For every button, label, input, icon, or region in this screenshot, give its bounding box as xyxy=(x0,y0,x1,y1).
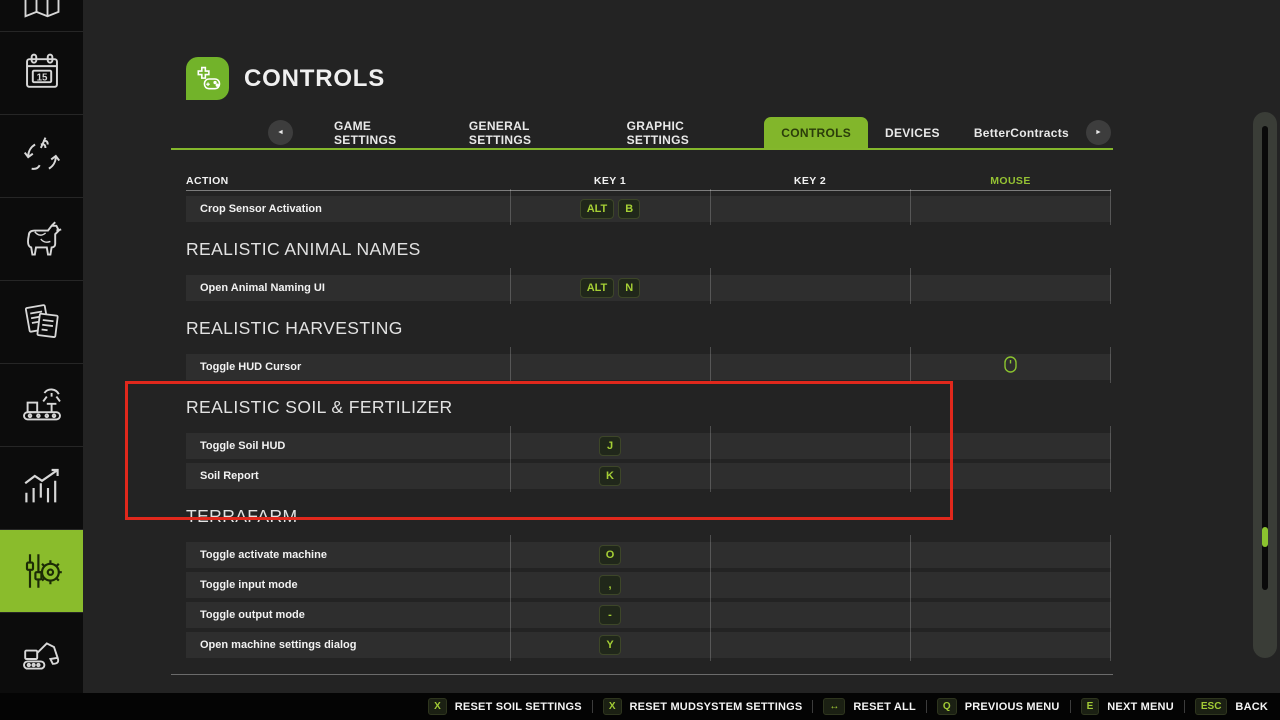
footer-separator xyxy=(1070,700,1071,713)
section-title: REALISTIC HARVESTING xyxy=(186,318,1111,339)
key-badge[interactable]: ALT xyxy=(580,199,615,219)
key-badge[interactable]: Y xyxy=(599,635,621,655)
key-badge[interactable]: B xyxy=(618,199,640,219)
keybindings-table: ACTION KEY 1 KEY 2 MOUSE Crop Sensor Act… xyxy=(186,165,1111,675)
scrollbar[interactable] xyxy=(1253,112,1277,658)
table-bottom-divider xyxy=(171,674,1113,675)
key-badge[interactable]: , xyxy=(599,575,621,595)
e-key-badge: E xyxy=(1081,698,1100,715)
table-row[interactable]: Toggle activate machine O xyxy=(186,542,1111,568)
back-button[interactable]: ESC BACK xyxy=(1195,698,1268,715)
sidebar-item-crop-rotation[interactable] xyxy=(0,114,83,197)
table-row[interactable]: Open Animal Naming UI ALT N xyxy=(186,275,1111,301)
sidebar-item-calendar[interactable]: 15 xyxy=(0,31,83,114)
key-badge[interactable]: ALT xyxy=(580,278,615,298)
chevron-right-icon: ► xyxy=(1095,129,1102,136)
tab-controls[interactable]: CONTROLS xyxy=(764,117,868,148)
contracts-icon xyxy=(18,298,66,346)
mouse-icon xyxy=(1004,356,1017,378)
sidebar-item-contracts[interactable] xyxy=(0,280,83,363)
chevron-left-icon: ◄ xyxy=(277,129,284,136)
section-title: REALISTIC ANIMAL NAMES xyxy=(186,239,1111,260)
x-key-badge: X xyxy=(428,698,447,715)
footer-separator xyxy=(592,700,593,713)
tab-game-settings[interactable]: GAME SETTINGS xyxy=(317,117,452,148)
esc-key-badge: ESC xyxy=(1195,698,1228,715)
key-badge[interactable]: K xyxy=(599,466,621,486)
sidebar-item-construction[interactable] xyxy=(0,612,83,693)
arrows-key-badge: ↔ xyxy=(823,698,845,715)
tab-underline xyxy=(171,148,1113,150)
column-header-key1: KEY 1 xyxy=(510,175,710,187)
footer-separator xyxy=(1184,700,1185,713)
svg-text:15: 15 xyxy=(36,72,47,83)
key-badge[interactable]: O xyxy=(599,545,622,565)
statistics-icon xyxy=(18,464,66,512)
reset-all-button[interactable]: ↔ RESET ALL xyxy=(823,698,916,715)
q-key-badge: Q xyxy=(937,698,957,715)
excavator-icon xyxy=(18,629,66,677)
previous-menu-button[interactable]: Q PREVIOUS MENU xyxy=(937,698,1060,715)
reset-soil-settings-button[interactable]: X RESET SOIL SETTINGS xyxy=(428,698,582,715)
sidebar-item-settings[interactable] xyxy=(0,529,83,612)
reset-mudsystem-settings-button[interactable]: X RESET MUDSYSTEM SETTINGS xyxy=(603,698,803,715)
table-row[interactable]: Toggle HUD Cursor xyxy=(186,354,1111,380)
tab-devices[interactable]: DEVICES xyxy=(868,117,957,148)
x-key-badge: X xyxy=(603,698,622,715)
header-divider xyxy=(186,190,1111,191)
page-header: CONTROLS xyxy=(186,57,385,100)
section-title: TERRAFARM xyxy=(186,506,1111,527)
production-icon xyxy=(18,381,66,429)
scrollbar-thumb[interactable] xyxy=(1262,527,1268,547)
section-title: REALISTIC SOIL & FERTILIZER xyxy=(186,397,1111,418)
calendar-icon: 15 xyxy=(19,50,65,96)
sidebar-item-production[interactable] xyxy=(0,363,83,446)
cow-icon xyxy=(18,215,66,263)
table-row[interactable]: Toggle input mode , xyxy=(186,572,1111,598)
key-badge[interactable]: J xyxy=(599,436,621,456)
footer-bar: X RESET SOIL SETTINGS X RESET MUDSYSTEM … xyxy=(0,693,1280,720)
sidebar-item-map[interactable] xyxy=(0,0,83,31)
tab-bettercontracts[interactable]: BetterContracts xyxy=(957,117,1086,148)
crop-rotation-icon xyxy=(19,133,65,179)
table-row[interactable]: Crop Sensor Activation ALT B xyxy=(186,196,1111,222)
tabs-prev-button[interactable]: ◄ xyxy=(268,120,293,145)
settings-icon xyxy=(18,547,66,595)
next-menu-button[interactable]: E NEXT MENU xyxy=(1081,698,1174,715)
table-row[interactable]: Soil Report K xyxy=(186,463,1111,489)
tab-general-settings[interactable]: GENERAL SETTINGS xyxy=(452,117,610,148)
footer-separator xyxy=(812,700,813,713)
tabs-next-button[interactable]: ► xyxy=(1086,120,1111,145)
footer-separator xyxy=(926,700,927,713)
scrollbar-track[interactable] xyxy=(1262,126,1268,590)
sidebar: 15 xyxy=(0,0,83,693)
main-panel: CONTROLS ◄ GAME SETTINGS GENERAL SETTING… xyxy=(83,0,1280,693)
table-row[interactable]: Open machine settings dialog Y xyxy=(186,632,1111,658)
page-title: CONTROLS xyxy=(244,65,385,93)
tab-bar: ◄ GAME SETTINGS GENERAL SETTINGS GRAPHIC… xyxy=(186,117,1113,148)
table-row[interactable]: Toggle output mode - xyxy=(186,602,1111,628)
table-header-row: ACTION KEY 1 KEY 2 MOUSE xyxy=(186,173,1111,189)
key-badge[interactable]: - xyxy=(599,605,621,625)
column-header-mouse: MOUSE xyxy=(910,175,1111,187)
column-header-key2: KEY 2 xyxy=(710,175,910,187)
controls-gamepad-icon xyxy=(186,57,229,100)
tab-graphic-settings[interactable]: GRAPHIC SETTINGS xyxy=(610,117,765,148)
sidebar-item-animals[interactable] xyxy=(0,197,83,280)
column-header-action: ACTION xyxy=(186,175,510,187)
key-badge[interactable]: N xyxy=(618,278,640,298)
sidebar-item-statistics[interactable] xyxy=(0,446,83,529)
table-row[interactable]: Toggle Soil HUD J xyxy=(186,433,1111,459)
map-icon xyxy=(20,0,64,24)
